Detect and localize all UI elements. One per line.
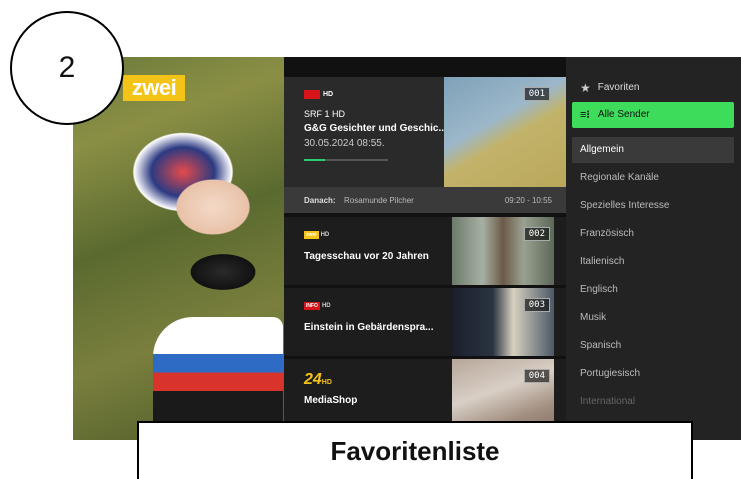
channel-number: 003: [523, 298, 550, 312]
channel-number: 001: [523, 87, 550, 101]
srf-logo: HD: [304, 89, 333, 99]
menu-item-favorites[interactable]: ★ Favoriten: [572, 75, 734, 101]
channel-logo: 24HD: [304, 371, 332, 388]
program-title: Tagesschau vor 20 Jahren: [304, 251, 429, 262]
menu-item-category[interactable]: Spanisch: [572, 333, 734, 359]
menu-item-category[interactable]: Italienisch: [572, 249, 734, 275]
live-video: zwei: [73, 57, 284, 440]
channel-name: SRF 1 HD: [304, 109, 346, 119]
channel-number: 002: [523, 227, 550, 241]
channel-card[interactable]: zwei HD Tagesschau vor 20 Jahren 002: [284, 217, 566, 285]
category-menu: ★ Favoriten ≡⁝ Alle Sender Allgemein Reg…: [566, 57, 741, 440]
channel-card-current[interactable]: HD SRF 1 HD G&G Gesichter und Geschic...…: [284, 77, 566, 187]
star-icon: ★: [580, 81, 591, 95]
menu-item-category[interactable]: Portugiesisch: [572, 361, 734, 387]
program-title: MediaShop: [304, 395, 358, 406]
screenshot: zwei HD SRF 1 HD G&G Gesichter und Gesch…: [0, 0, 741, 479]
next-program-bar: Danach: Rosamunde Pilcher 09:20 - 10:55: [284, 187, 566, 213]
list-icon: ≡⁝: [580, 109, 590, 121]
channel-logo: zwei HD: [304, 231, 330, 239]
next-program: Rosamunde Pilcher: [344, 196, 414, 205]
channel-logo: INFO HD: [304, 302, 331, 310]
menu-item-category[interactable]: Regionale Kanäle: [572, 165, 734, 191]
program-date: 30.05.2024 08:55.: [304, 138, 385, 149]
channel-number: 004: [523, 369, 550, 383]
program-progress: [304, 159, 388, 161]
next-label: Danach:: [304, 196, 336, 205]
menu-item-category[interactable]: Spezielles Interesse: [572, 193, 734, 219]
menu-item-category[interactable]: Musik: [572, 305, 734, 331]
caption-label: Favoritenliste: [137, 421, 693, 479]
channel-logo-zwei: zwei: [123, 75, 185, 101]
menu-item-all-channels[interactable]: ≡⁝ Alle Sender: [572, 102, 734, 128]
menu-item-category[interactable]: Allgemein: [572, 137, 734, 163]
menu-item-category[interactable]: International: [572, 389, 734, 415]
channel-card[interactable]: INFO HD Einstein in Gebärdenspra... 003: [284, 288, 566, 356]
program-title: G&G Gesichter und Geschic...: [304, 123, 447, 134]
step-number-badge: 2: [10, 11, 124, 125]
menu-item-category[interactable]: Französisch: [572, 221, 734, 247]
channel-list: HD SRF 1 HD G&G Gesichter und Geschic...…: [284, 77, 566, 440]
tv-screen: zwei HD SRF 1 HD G&G Gesichter und Gesch…: [73, 57, 741, 440]
program-title: Einstein in Gebärdenspra...: [304, 322, 434, 333]
next-time: 09:20 - 10:55: [504, 196, 552, 205]
menu-item-category[interactable]: Englisch: [572, 277, 734, 303]
